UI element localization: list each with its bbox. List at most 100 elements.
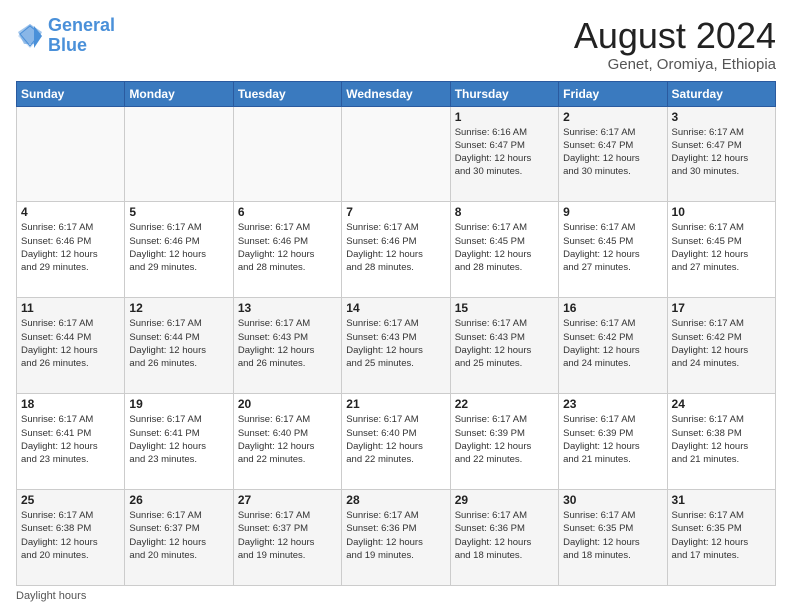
calendar-cell: 14 Sunrise: 6:17 AM Sunset: 6:43 PM Dayli… xyxy=(342,298,450,394)
day-number: 26 xyxy=(129,493,228,507)
logo-icon xyxy=(16,22,44,50)
calendar-cell: 21 Sunrise: 6:17 AM Sunset: 6:40 PM Dayli… xyxy=(342,394,450,490)
calendar-cell: 9Sunrise: 6:17 AM Sunset: 6:45 PM Daylig… xyxy=(559,202,667,298)
day-number: 7 xyxy=(346,205,445,219)
day-number: 18 xyxy=(21,397,120,411)
calendar-cell: 4Sunrise: 6:17 AM Sunset: 6:46 PM Daylig… xyxy=(17,202,125,298)
logo: General Blue xyxy=(16,16,115,56)
calendar-week-row: 4 Sunrise: 6:17 AM Sunset: 6:46 PM Daylig… xyxy=(17,202,776,298)
day-info: Sunrise: 6:17 AM Sunset: 6:43 PM Dayligh… xyxy=(346,317,445,370)
calendar-cell: 8Sunrise: 6:17 AM Sunset: 6:45 PM Daylig… xyxy=(450,202,558,298)
title-block: August 2024 Genet, Oromiya, Ethiopia xyxy=(574,16,776,73)
calendar-day-header: Wednesday xyxy=(342,81,450,106)
main-title: August 2024 xyxy=(574,16,776,56)
day-number: 15 xyxy=(455,301,554,315)
day-number: 9 xyxy=(563,205,662,219)
calendar-day-header: Tuesday xyxy=(233,81,341,106)
calendar-cell: 7 Sunrise: 6:17 AM Sunset: 6:46 PM Daylig… xyxy=(342,202,450,298)
calendar-day-header: Friday xyxy=(559,81,667,106)
day-number: 21 xyxy=(346,397,445,411)
calendar-cell: 28Sunrise: 6:17 AM Sunset: 6:36 PM Dayli… xyxy=(342,490,450,586)
calendar-cell: 3 Sunrise: 6:17 AM Sunset: 6:47 PM Daylig… xyxy=(667,106,775,202)
calendar-cell: 15 Sunrise: 6:17 AM Sunset: 6:43 PM Dayli… xyxy=(450,298,558,394)
day-info: Sunrise: 6:16 AM Sunset: 6:47 PM Dayligh… xyxy=(455,126,554,179)
day-info: Sunrise: 6:17 AM Sunset: 6:44 PM Dayligh… xyxy=(21,317,120,370)
day-number: 13 xyxy=(238,301,337,315)
day-number: 3 xyxy=(672,110,771,124)
calendar-cell: 13 Sunrise: 6:17 AM Sunset: 6:43 PM Dayli… xyxy=(233,298,341,394)
day-info: Sunrise: 6:17 AM Sunset: 6:40 PM Dayligh… xyxy=(346,413,445,466)
day-info: Sunrise: 6:17 AM Sunset: 6:41 PM Dayligh… xyxy=(129,413,228,466)
day-info: Sunrise: 6:17 AM Sunset: 6:45 PM Dayligh… xyxy=(455,221,554,274)
calendar-cell xyxy=(17,106,125,202)
day-number: 23 xyxy=(563,397,662,411)
day-number: 22 xyxy=(455,397,554,411)
calendar-cell xyxy=(342,106,450,202)
day-info: Sunrise: 6:17 AM Sunset: 6:38 PM Dayligh… xyxy=(21,509,120,562)
calendar-cell xyxy=(233,106,341,202)
calendar-day-header: Monday xyxy=(125,81,233,106)
calendar-week-row: 25 Sunrise: 6:17 AM Sunset: 6:38 PM Dayli… xyxy=(17,490,776,586)
logo-text: General Blue xyxy=(48,16,115,56)
calendar-cell: 22 Sunrise: 6:17 AM Sunset: 6:39 PM Dayli… xyxy=(450,394,558,490)
day-info: Sunrise: 6:17 AM Sunset: 6:46 PM Dayligh… xyxy=(129,221,228,274)
day-number: 17 xyxy=(672,301,771,315)
day-number: 5 xyxy=(129,205,228,219)
calendar-cell: 5 Sunrise: 6:17 AM Sunset: 6:46 PM Daylig… xyxy=(125,202,233,298)
calendar-cell: 2Sunrise: 6:17 AM Sunset: 6:47 PM Daylig… xyxy=(559,106,667,202)
day-info: Sunrise: 6:17 AM Sunset: 6:46 PM Dayligh… xyxy=(346,221,445,274)
calendar-cell: 31 Sunrise: 6:17 AM Sunset: 6:35 PM Dayli… xyxy=(667,490,775,586)
calendar-cell xyxy=(125,106,233,202)
day-info: Sunrise: 6:17 AM Sunset: 6:43 PM Dayligh… xyxy=(455,317,554,370)
calendar-cell: 20 Sunrise: 6:17 AM Sunset: 6:40 PM Dayli… xyxy=(233,394,341,490)
day-number: 14 xyxy=(346,301,445,315)
day-info: Sunrise: 6:17 AM Sunset: 6:39 PM Dayligh… xyxy=(563,413,662,466)
day-number: 1 xyxy=(455,110,554,124)
day-number: 11 xyxy=(21,301,120,315)
day-number: 2 xyxy=(563,110,662,124)
day-info: Sunrise: 6:17 AM Sunset: 6:39 PM Dayligh… xyxy=(455,413,554,466)
day-info: Sunrise: 6:17 AM Sunset: 6:35 PM Dayligh… xyxy=(563,509,662,562)
day-info: Sunrise: 6:17 AM Sunset: 6:45 PM Dayligh… xyxy=(672,221,771,274)
calendar-week-row: 18 Sunrise: 6:17 AM Sunset: 6:41 PM Dayli… xyxy=(17,394,776,490)
day-info: Sunrise: 6:17 AM Sunset: 6:40 PM Dayligh… xyxy=(238,413,337,466)
calendar-day-header: Thursday xyxy=(450,81,558,106)
calendar-header-row: SundayMondayTuesdayWednesdayThursdayFrid… xyxy=(17,81,776,106)
day-number: 20 xyxy=(238,397,337,411)
day-number: 6 xyxy=(238,205,337,219)
day-number: 10 xyxy=(672,205,771,219)
calendar-cell: 6 Sunrise: 6:17 AM Sunset: 6:46 PM Daylig… xyxy=(233,202,341,298)
calendar-cell: 24Sunrise: 6:17 AM Sunset: 6:38 PM Dayli… xyxy=(667,394,775,490)
calendar-cell: 25 Sunrise: 6:17 AM Sunset: 6:38 PM Dayli… xyxy=(17,490,125,586)
subtitle: Genet, Oromiya, Ethiopia xyxy=(574,56,776,73)
day-number: 12 xyxy=(129,301,228,315)
day-number: 4 xyxy=(21,205,120,219)
calendar-cell: 19 Sunrise: 6:17 AM Sunset: 6:41 PM Dayli… xyxy=(125,394,233,490)
calendar-cell: 17 Sunrise: 6:17 AM Sunset: 6:42 PM Dayli… xyxy=(667,298,775,394)
day-number: 30 xyxy=(563,493,662,507)
calendar-cell: 26Sunrise: 6:17 AM Sunset: 6:37 PM Dayli… xyxy=(125,490,233,586)
day-info: Sunrise: 6:17 AM Sunset: 6:43 PM Dayligh… xyxy=(238,317,337,370)
day-number: 31 xyxy=(672,493,771,507)
day-info: Sunrise: 6:17 AM Sunset: 6:42 PM Dayligh… xyxy=(672,317,771,370)
day-info: Sunrise: 6:17 AM Sunset: 6:46 PM Dayligh… xyxy=(238,221,337,274)
day-info: Sunrise: 6:17 AM Sunset: 6:35 PM Dayligh… xyxy=(672,509,771,562)
calendar: SundayMondayTuesdayWednesdayThursdayFrid… xyxy=(16,81,776,586)
calendar-cell: 11 Sunrise: 6:17 AM Sunset: 6:44 PM Dayli… xyxy=(17,298,125,394)
calendar-cell: 12Sunrise: 6:17 AM Sunset: 6:44 PM Dayli… xyxy=(125,298,233,394)
day-number: 19 xyxy=(129,397,228,411)
day-info: Sunrise: 6:17 AM Sunset: 6:41 PM Dayligh… xyxy=(21,413,120,466)
calendar-cell: 1 Sunrise: 6:16 AM Sunset: 6:47 PM Daylig… xyxy=(450,106,558,202)
day-info: Sunrise: 6:17 AM Sunset: 6:36 PM Dayligh… xyxy=(455,509,554,562)
day-number: 27 xyxy=(238,493,337,507)
day-info: Sunrise: 6:17 AM Sunset: 6:37 PM Dayligh… xyxy=(238,509,337,562)
calendar-cell: 23 Sunrise: 6:17 AM Sunset: 6:39 PM Dayli… xyxy=(559,394,667,490)
day-number: 25 xyxy=(21,493,120,507)
calendar-week-row: 1 Sunrise: 6:16 AM Sunset: 6:47 PM Daylig… xyxy=(17,106,776,202)
calendar-week-row: 11 Sunrise: 6:17 AM Sunset: 6:44 PM Dayli… xyxy=(17,298,776,394)
day-info: Sunrise: 6:17 AM Sunset: 6:47 PM Dayligh… xyxy=(672,126,771,179)
day-number: 24 xyxy=(672,397,771,411)
calendar-cell: 29Sunrise: 6:17 AM Sunset: 6:36 PM Dayli… xyxy=(450,490,558,586)
calendar-cell: 30 Sunrise: 6:17 AM Sunset: 6:35 PM Dayli… xyxy=(559,490,667,586)
calendar-cell: 16Sunrise: 6:17 AM Sunset: 6:42 PM Dayli… xyxy=(559,298,667,394)
